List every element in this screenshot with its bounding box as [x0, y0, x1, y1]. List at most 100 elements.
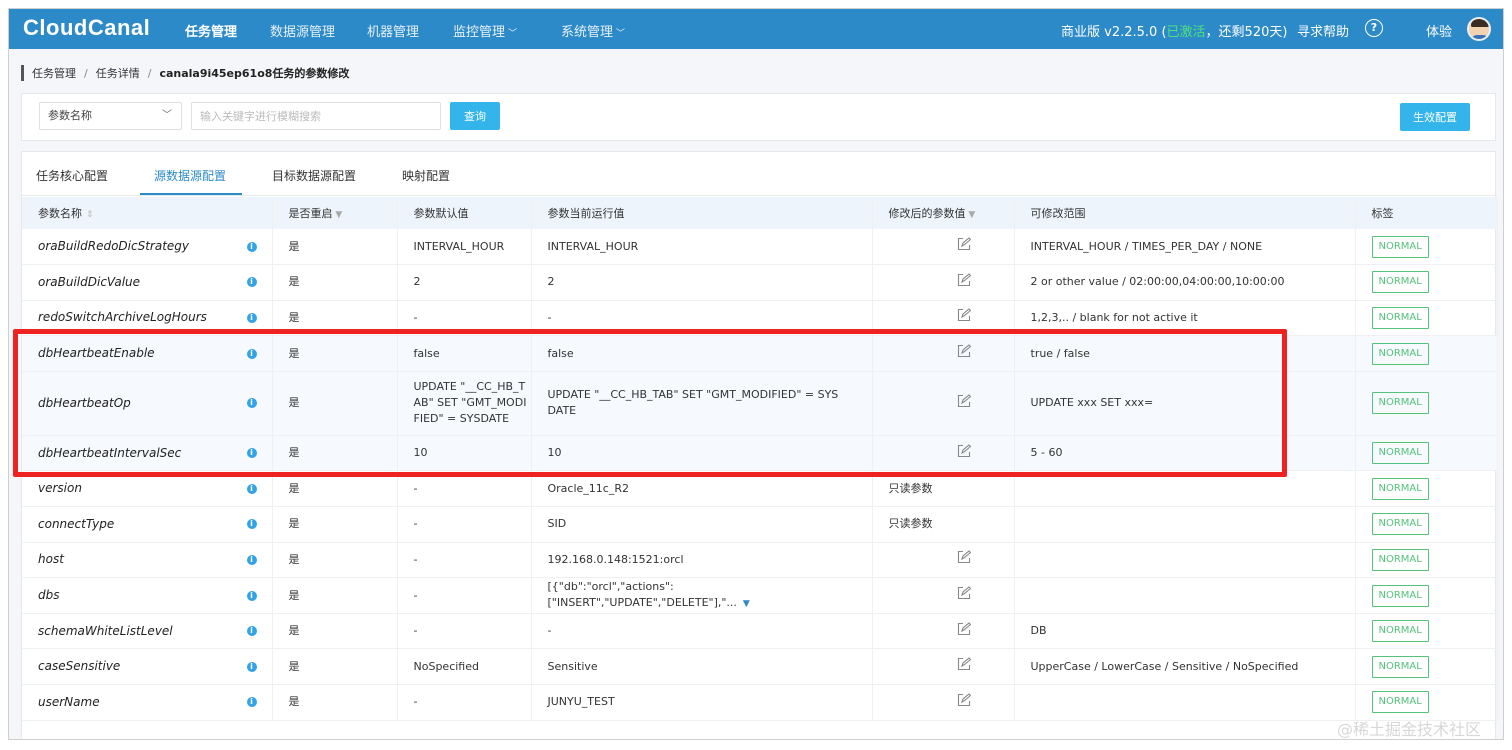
header-label: 参数当前运行值 [547, 207, 625, 220]
nav-datasource-management[interactable]: 数据源管理 [270, 21, 335, 40]
modified-value-cell: 只读参数 [872, 506, 1015, 543]
current-value-cell: [{"db":"orcl","actions":["INSERT","UPDAT… [531, 577, 873, 614]
chevron-down-icon: ﹀ [162, 110, 172, 121]
status-badge: NORMAL [1371, 620, 1429, 643]
apply-config-button[interactable]: 生效配置 [1400, 103, 1470, 131]
header-label: 可修改范围 [1030, 207, 1086, 220]
param-name: caseSensitive [38, 659, 121, 674]
col-modified[interactable]: 修改后的参数值 ▼ [872, 197, 1015, 229]
info-icon[interactable]: i [246, 661, 257, 672]
nav-label: 系统管理 [561, 25, 614, 40]
range-cell: 1,2,3,.. / blank for not active it [1014, 300, 1356, 337]
edit-icon[interactable] [957, 273, 971, 287]
nav-label: 数据源管理 [270, 25, 336, 40]
status-badge: NORMAL [1371, 392, 1429, 415]
edit-icon[interactable] [957, 344, 971, 358]
info-icon[interactable]: i [246, 483, 257, 494]
table-row: redoSwitchArchiveLogHours i 是 - - 1,2,3,.… [22, 300, 1498, 337]
watermark: @稀土掘金技术社区 [1337, 720, 1482, 739]
search-input[interactable] [191, 102, 441, 130]
table-row: connectType i 是 - SID 只读参数 NORMAL [22, 506, 1498, 543]
edit-icon[interactable] [957, 693, 971, 707]
edit-icon[interactable] [957, 586, 971, 600]
info-icon[interactable]: i [246, 554, 257, 565]
param-name-cell: host i [22, 542, 273, 579]
col-param-name[interactable]: 参数名称 ⇕ [22, 197, 273, 229]
range-cell: UpperCase / LowerCase / Sensitive / NoSp… [1014, 648, 1356, 686]
current-value-cell: JUNYU_TEST [531, 684, 873, 721]
default-value-cell: UPDATE "__CC_HB_TAB" SET "GMT_MODIFIED" … [397, 371, 532, 436]
param-field-select[interactable]: 参数名称 ﹀ [39, 102, 182, 130]
info-icon[interactable]: i [246, 277, 257, 288]
nav-system-management[interactable]: 系统管理 ﹀ [561, 21, 625, 40]
modified-value-cell [872, 435, 1015, 472]
status-badge: NORMAL [1371, 548, 1429, 571]
param-name: redoSwitchArchiveLogHours [38, 310, 207, 325]
param-name-cell: oraBuildDicValue i [22, 264, 273, 301]
filter-icon[interactable]: ▼ [333, 210, 342, 220]
col-restart[interactable]: 是否重启 ▼ [272, 197, 398, 229]
edit-icon[interactable] [957, 621, 971, 636]
filter-bar: 参数名称 ﹀ 查询 生效配置 [21, 93, 1496, 141]
edit-icon[interactable] [957, 550, 971, 564]
default-value-cell: - [397, 684, 532, 721]
modified-value-cell [872, 264, 1015, 301]
info-icon[interactable]: i [246, 448, 257, 459]
question-icon[interactable]: ? [1365, 19, 1383, 37]
current-value-cell: - [531, 613, 873, 650]
tab-source-config[interactable]: 源数据源配置 [154, 167, 226, 184]
tag-cell: NORMAL [1355, 300, 1498, 337]
header-label: 参数默认值 [413, 207, 469, 220]
info-icon[interactable]: i [246, 241, 257, 252]
nav-machine-management[interactable]: 机器管理 [367, 21, 419, 40]
info-icon[interactable]: i [246, 519, 257, 530]
info-icon[interactable]: i [246, 590, 257, 601]
status-badge: NORMAL [1371, 655, 1429, 678]
current-value-cell: INTERVAL_HOUR [531, 229, 873, 266]
info-icon[interactable]: i [246, 697, 257, 708]
tag-cell: NORMAL [1355, 684, 1498, 721]
user-name[interactable]: 体验 [1426, 21, 1452, 40]
edit-icon[interactable] [957, 657, 971, 671]
range-cell: 5 - 60 [1014, 435, 1356, 472]
range-cell [1014, 684, 1356, 721]
current-value: false [547, 346, 574, 360]
sort-icon[interactable]: ⇕ [86, 210, 94, 220]
filter-icon[interactable]: ▼ [966, 210, 975, 220]
restart-cell: 是 [272, 300, 398, 337]
info-icon[interactable]: i [246, 398, 257, 409]
tab-mapping-config[interactable]: 映射配置 [402, 167, 450, 184]
nav-task-management[interactable]: 任务管理 [185, 21, 237, 40]
table-row: caseSensitive i 是 NoSpecified Sensitive U… [22, 648, 1498, 686]
restart-cell: 是 [272, 577, 398, 614]
table-row: userName i 是 - JUNYU_TEST NORMAL [22, 684, 1498, 721]
edit-icon[interactable] [957, 237, 971, 251]
restart-cell: 是 [272, 435, 398, 472]
edit-icon[interactable] [957, 308, 971, 322]
info-icon[interactable]: i [246, 626, 257, 637]
app-logo[interactable]: CloudCanal [23, 15, 150, 41]
current-value: SID [547, 517, 567, 531]
status-badge: NORMAL [1371, 306, 1429, 329]
param-name-cell: dbHeartbeatIntervalSec i [22, 435, 273, 472]
breadcrumb-task-management[interactable]: 任务管理 [32, 65, 76, 81]
nav-monitor-management[interactable]: 监控管理 ﹀ [453, 21, 517, 40]
param-name: oraBuildDicValue [38, 274, 141, 289]
modified-value-cell [872, 613, 1015, 650]
param-name: version [38, 481, 82, 496]
nav-label: 机器管理 [367, 25, 420, 40]
avatar[interactable] [1467, 17, 1491, 41]
status-badge: NORMAL [1371, 584, 1429, 607]
app-window: CloudCanal 任务管理 数据源管理 机器管理 监控管理 ﹀ 系统管理 ﹀ 商… [8, 8, 1504, 740]
edit-icon[interactable] [957, 443, 971, 458]
query-button[interactable]: 查询 [450, 102, 500, 130]
edit-icon[interactable] [957, 394, 971, 408]
info-icon[interactable]: i [246, 348, 257, 359]
info-icon[interactable]: i [246, 312, 257, 323]
breadcrumb-task-detail[interactable]: 任务详情 [96, 65, 140, 81]
tab-target-config[interactable]: 目标数据源配置 [272, 167, 356, 184]
tab-task-core-config[interactable]: 任务核心配置 [36, 167, 108, 184]
help-link[interactable]: 寻求帮助 [1297, 21, 1349, 40]
expand-dropdown-icon[interactable]: ▼ [743, 599, 750, 609]
chevron-down-icon: ﹀ [508, 29, 518, 39]
